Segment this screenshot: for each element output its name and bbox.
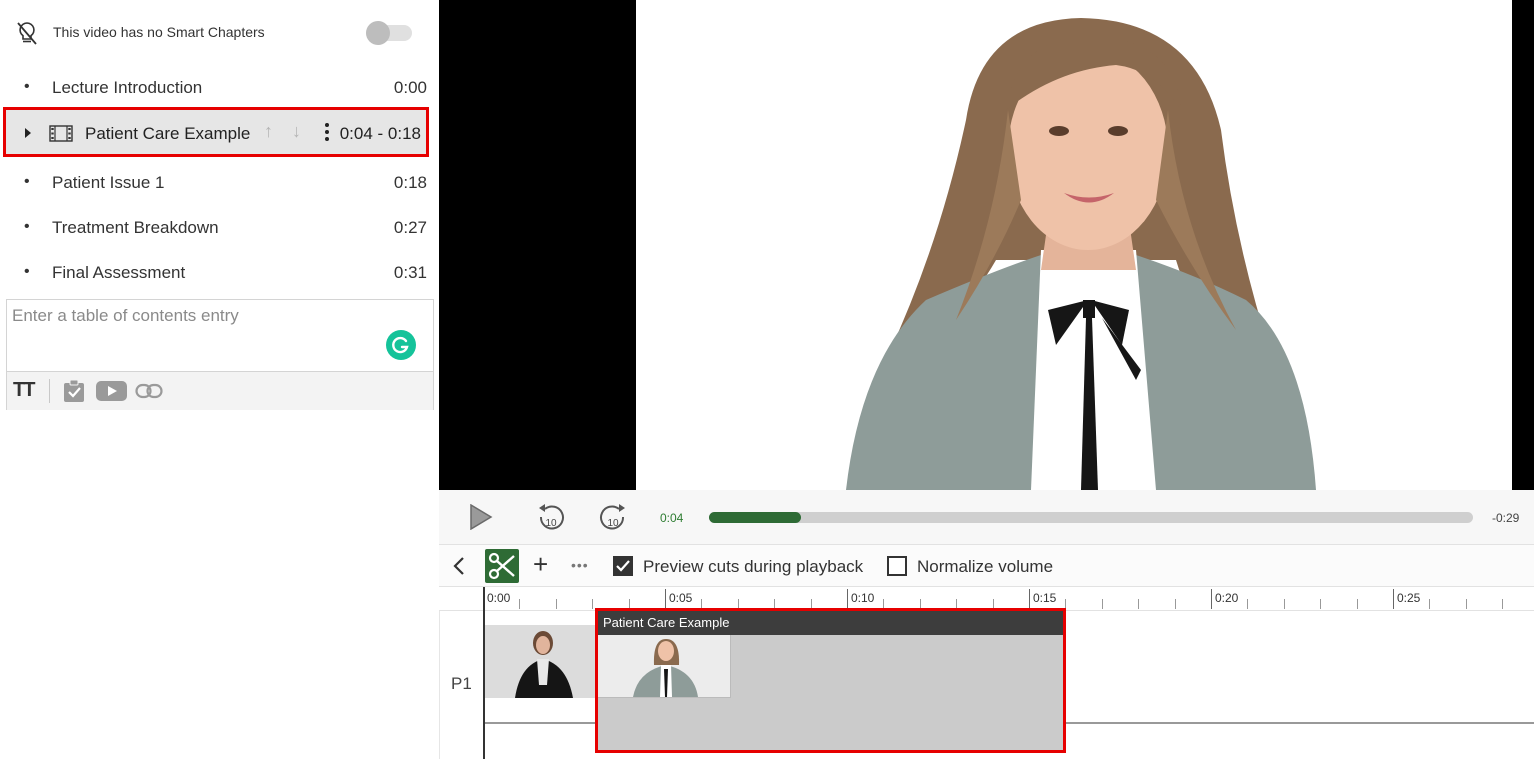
play-icon[interactable] xyxy=(469,504,493,530)
film-clip-icon xyxy=(49,125,73,142)
ruler-tick xyxy=(1138,599,1139,609)
toc-item-label: Final Assessment xyxy=(52,263,186,282)
ruler-tick xyxy=(1466,599,1467,609)
more-horizontal-icon[interactable]: ••• xyxy=(571,557,589,573)
ruler-tick xyxy=(1357,599,1358,609)
add-icon[interactable]: + xyxy=(533,551,548,577)
toc-item-label: Lecture Introduction xyxy=(52,78,203,97)
current-time: 0:04 xyxy=(660,511,684,525)
timeline-clip-intro[interactable] xyxy=(485,625,595,698)
playback-controls: 10 10 0:04 -0:29 xyxy=(439,490,1534,545)
more-options-icon[interactable] xyxy=(324,123,330,145)
toc-item-time-range: 0:04 - 0:18 xyxy=(339,124,421,143)
track-label: P1 xyxy=(451,674,472,693)
smart-chapters-toggle[interactable] xyxy=(366,21,412,45)
preview-cuts-label[interactable]: Preview cuts during playback xyxy=(643,557,863,577)
text-format-icon[interactable]: TT xyxy=(13,379,35,402)
move-down-arrow-icon[interactable]: ↓ xyxy=(292,121,301,142)
playhead[interactable] xyxy=(483,587,485,759)
skip-forward-label: 10 xyxy=(607,518,619,529)
toc-item-time: 0:27 xyxy=(393,218,427,237)
toc-entry-box: TT xyxy=(6,299,434,410)
video-player[interactable] xyxy=(439,0,1534,490)
clip-thumbnail-image xyxy=(598,635,730,697)
normalize-volume-label[interactable]: Normalize volume xyxy=(917,557,1053,577)
cut-tool-button[interactable] xyxy=(485,549,519,583)
tick-label: 0:15 xyxy=(1033,591,1057,605)
clip-thumbnail xyxy=(485,625,595,698)
toc-item-patient-issue-1[interactable]: • Patient Issue 1 0:18 xyxy=(0,161,439,205)
youtube-icon[interactable] xyxy=(96,381,127,401)
move-up-arrow-icon[interactable]: ↑ xyxy=(264,121,273,142)
link-icon[interactable] xyxy=(135,383,163,399)
editor-toolbar: + ••• Preview cuts during playback Norma… xyxy=(439,545,1534,587)
clip-title: Patient Care Example xyxy=(603,615,730,630)
tick-label: 0:00 xyxy=(487,591,511,605)
bullet: • xyxy=(24,173,30,190)
remaining-time: -0:29 xyxy=(1492,511,1520,525)
tick-label: 0:05 xyxy=(669,591,693,605)
clip-title-bar: Patient Care Example xyxy=(598,611,1063,635)
bullet: • xyxy=(24,218,30,235)
toc-item-label: Patient Care Example xyxy=(85,124,251,143)
toc-item-lecture-introduction[interactable]: • Lecture Introduction 0:00 xyxy=(0,66,439,110)
ruler-tick xyxy=(1029,589,1030,609)
lightbulb-off-icon xyxy=(17,22,37,45)
ruler-tick xyxy=(1429,599,1430,609)
ruler-tick xyxy=(1247,599,1248,609)
toc-item-treatment-breakdown[interactable]: • Treatment Breakdown 0:27 xyxy=(0,206,439,250)
ruler-tick xyxy=(665,589,666,609)
ruler-tick xyxy=(1211,589,1212,609)
skip-forward-10-icon[interactable]: 10 xyxy=(598,502,628,534)
timeline-track: P1 Patient Care Example xyxy=(439,587,1534,759)
ruler-tick xyxy=(847,589,848,609)
normalize-volume-checkbox[interactable] xyxy=(887,556,907,576)
tick-label: 0:10 xyxy=(851,591,875,605)
progress-bar[interactable] xyxy=(709,512,1473,523)
clip-thumbnail xyxy=(598,635,731,698)
tick-label: 0:20 xyxy=(1215,591,1239,605)
tick-label: 0:25 xyxy=(1397,591,1421,605)
presenter-video-image xyxy=(846,18,1316,490)
toc-item-time: 0:31 xyxy=(393,263,427,282)
preview-cuts-checkbox[interactable] xyxy=(613,556,633,576)
toc-item-time: 0:18 xyxy=(393,173,427,192)
chevron-left-icon[interactable] xyxy=(452,555,466,577)
skip-back-label: 10 xyxy=(545,518,557,529)
toolbar-divider xyxy=(49,379,50,403)
left-panel: This video has no Smart Chapters • Lectu… xyxy=(0,0,439,759)
toggle-knob xyxy=(366,21,390,45)
toc-item-time: 0:00 xyxy=(393,78,427,97)
toc-item-label: Patient Issue 1 xyxy=(52,173,165,192)
ruler-tick xyxy=(1102,599,1103,609)
expand-caret-icon[interactable] xyxy=(25,128,31,138)
ruler-tick xyxy=(1284,599,1285,609)
smart-chapters-row: This video has no Smart Chapters xyxy=(0,10,439,56)
quiz-check-icon[interactable] xyxy=(63,379,85,403)
smart-chapters-text: This video has no Smart Chapters xyxy=(53,24,265,40)
ruler-tick xyxy=(1175,599,1176,609)
ruler-tick xyxy=(1393,589,1394,609)
ruler-tick xyxy=(1320,599,1321,609)
toc-entry-input[interactable] xyxy=(7,300,433,371)
ruler-tick xyxy=(592,599,593,609)
ruler-tick xyxy=(1502,599,1503,609)
ruler-tick xyxy=(519,599,520,609)
video-frame xyxy=(636,0,1512,490)
checkmark-icon xyxy=(616,560,630,572)
ruler-tick xyxy=(556,599,557,609)
bullet: • xyxy=(24,263,30,280)
progress-fill xyxy=(709,512,801,523)
toc-item-final-assessment[interactable]: • Final Assessment 0:31 xyxy=(0,251,439,295)
toc-item-patient-care-example[interactable]: Patient Care Example ↑ ↓ 0:04 - 0:18 xyxy=(3,107,429,157)
grammarly-icon[interactable] xyxy=(386,330,416,360)
entry-toolbar: TT xyxy=(7,371,433,410)
bullet: • xyxy=(24,78,30,95)
skip-back-10-icon[interactable]: 10 xyxy=(536,502,566,534)
scissors-icon xyxy=(488,552,515,580)
toc-item-label: Treatment Breakdown xyxy=(52,218,219,237)
timeline-clip-patient-care-example[interactable]: Patient Care Example xyxy=(595,608,1066,753)
